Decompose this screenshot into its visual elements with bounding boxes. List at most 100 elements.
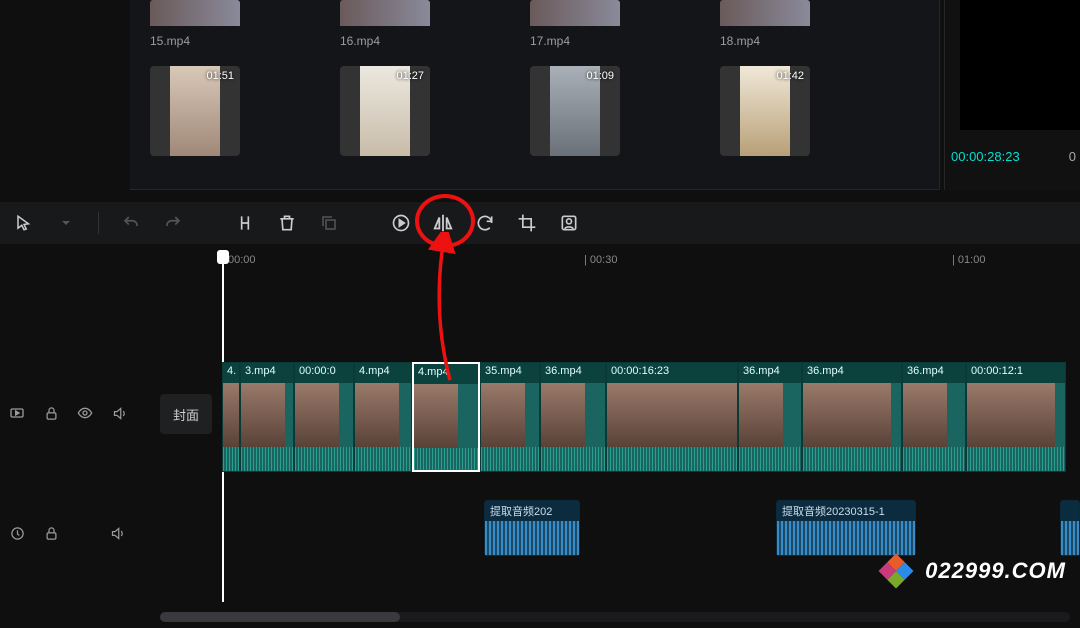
video-clip[interactable]: 4. <box>222 362 240 472</box>
media-thumb: 01:51 <box>150 66 240 156</box>
audio-track-extra[interactable] <box>1060 500 1080 556</box>
rotate-button[interactable] <box>469 207 501 239</box>
record-button[interactable] <box>553 207 585 239</box>
clip-frames <box>607 383 737 447</box>
cursor-tool-button[interactable] <box>8 207 40 239</box>
audio-track-controls <box>6 522 128 544</box>
clip-frames <box>355 383 411 447</box>
clip-frames <box>903 383 965 447</box>
clip-waveform <box>295 447 353 471</box>
watermark: 022999.COM <box>875 550 1066 592</box>
delete-button[interactable] <box>271 207 303 239</box>
media-item[interactable]: 15.mp4 <box>150 0 240 48</box>
clip-frames <box>223 383 239 447</box>
audio-waveform <box>485 521 579 555</box>
video-clip[interactable]: 4.mp4 <box>412 362 480 472</box>
reverse-icon <box>391 213 411 233</box>
ruler-tick: 00:00 <box>228 254 256 266</box>
video-clip[interactable]: 00:00:12:1 <box>966 362 1066 472</box>
speaker-icon[interactable] <box>108 402 130 424</box>
copy-button[interactable] <box>313 207 345 239</box>
media-row-bottom: 01:51 01:27 01:09 01:42 <box>150 66 939 156</box>
redo-button[interactable] <box>157 207 189 239</box>
cutout-icon <box>559 213 579 233</box>
media-item[interactable]: 01:09 <box>530 66 620 156</box>
lock-icon[interactable] <box>40 522 62 544</box>
clip-waveform <box>223 447 239 471</box>
music-icon <box>6 522 28 544</box>
media-item[interactable]: 01:42 <box>720 66 810 156</box>
clip-frames <box>295 383 353 447</box>
cover-label: 封面 <box>173 405 199 424</box>
media-item[interactable]: 18.mp4 <box>720 0 810 48</box>
clip-label: 36.mp4 <box>803 363 901 383</box>
media-item[interactable]: 01:27 <box>340 66 430 156</box>
media-item[interactable]: 16.mp4 <box>340 0 430 48</box>
audio-clip-label: 提取音频202 <box>485 501 579 521</box>
crop-button[interactable] <box>511 207 543 239</box>
video-clip[interactable]: 4.mp4 <box>354 362 412 472</box>
split-button[interactable] <box>229 207 261 239</box>
video-clip[interactable]: 36.mp4 <box>540 362 606 472</box>
watermark-text: 022999.COM <box>925 558 1066 584</box>
audio-clip-label: 提取音频20230315-1 <box>777 501 915 521</box>
undo-button[interactable] <box>115 207 147 239</box>
clip-frames <box>967 383 1065 447</box>
clip-label: 35.mp4 <box>481 363 539 383</box>
video-clip[interactable]: 3.mp4 <box>240 362 294 472</box>
media-item[interactable]: 17.mp4 <box>530 0 620 48</box>
media-duration: 01:27 <box>396 70 424 82</box>
split-icon <box>235 213 255 233</box>
thumb-partial <box>340 0 430 26</box>
media-panel: 15.mp4 16.mp4 17.mp4 18.mp4 01:51 01:27 <box>130 0 940 190</box>
media-thumb: 01:27 <box>340 66 430 156</box>
mirror-icon <box>432 212 454 234</box>
time-ruler[interactable]: 00:00 | 00:30 | 01:00 <box>222 254 1080 274</box>
video-clip[interactable]: 00:00:16:23 <box>606 362 738 472</box>
cover-button[interactable]: 封面 <box>160 394 212 434</box>
crop-icon <box>517 213 537 233</box>
scrollbar-horizontal[interactable] <box>160 612 1070 622</box>
thumb-partial <box>720 0 810 26</box>
media-label: 17.mp4 <box>530 34 620 48</box>
mirror-button[interactable] <box>427 207 459 239</box>
clip-label: 00:00:0 <box>295 363 353 383</box>
media-thumb: 01:09 <box>530 66 620 156</box>
media-item[interactable]: 01:51 <box>150 66 240 156</box>
track-type-icon <box>6 402 28 424</box>
clip-label: 3.mp4 <box>241 363 293 383</box>
clip-waveform <box>903 447 965 471</box>
media-duration: 01:51 <box>206 70 234 82</box>
speaker-icon[interactable] <box>106 522 128 544</box>
preview-viewport[interactable] <box>960 0 1080 130</box>
watermark-logo-icon <box>875 550 917 592</box>
video-clip[interactable]: 36.mp4 <box>902 362 966 472</box>
audio-clip[interactable]: 提取音频202 <box>484 500 580 556</box>
video-clip[interactable]: 36.mp4 <box>738 362 802 472</box>
scrollbar-thumb[interactable] <box>160 612 400 622</box>
trash-icon <box>277 213 297 233</box>
copy-icon <box>320 214 338 232</box>
clip-waveform <box>967 447 1065 471</box>
clip-label: 00:00:16:23 <box>607 363 737 383</box>
thumb-partial <box>150 0 240 26</box>
media-label: 16.mp4 <box>340 34 430 48</box>
video-clip[interactable]: 00:00:0 <box>294 362 354 472</box>
redo-icon <box>164 214 182 232</box>
thumb-partial <box>530 0 620 26</box>
clip-waveform <box>541 447 605 471</box>
audio-clip[interactable] <box>1060 500 1080 556</box>
eye-icon[interactable] <box>74 402 96 424</box>
preview-panel: 00:00:28:23 0 <box>944 0 1080 190</box>
video-clip[interactable]: 36.mp4 <box>802 362 902 472</box>
clip-frames <box>739 383 801 447</box>
video-track[interactable]: 4.3.mp400:00:04.mp44.mp435.mp436.mp400:0… <box>222 362 1066 472</box>
clip-label: 36.mp4 <box>903 363 965 383</box>
audio-clip[interactable]: 提取音频20230315-1 <box>776 500 916 556</box>
clip-frames <box>803 383 901 447</box>
reverse-button[interactable] <box>385 207 417 239</box>
lock-icon[interactable] <box>40 402 62 424</box>
video-clip[interactable]: 35.mp4 <box>480 362 540 472</box>
clip-frames <box>414 384 478 448</box>
cursor-dropdown[interactable] <box>50 207 82 239</box>
